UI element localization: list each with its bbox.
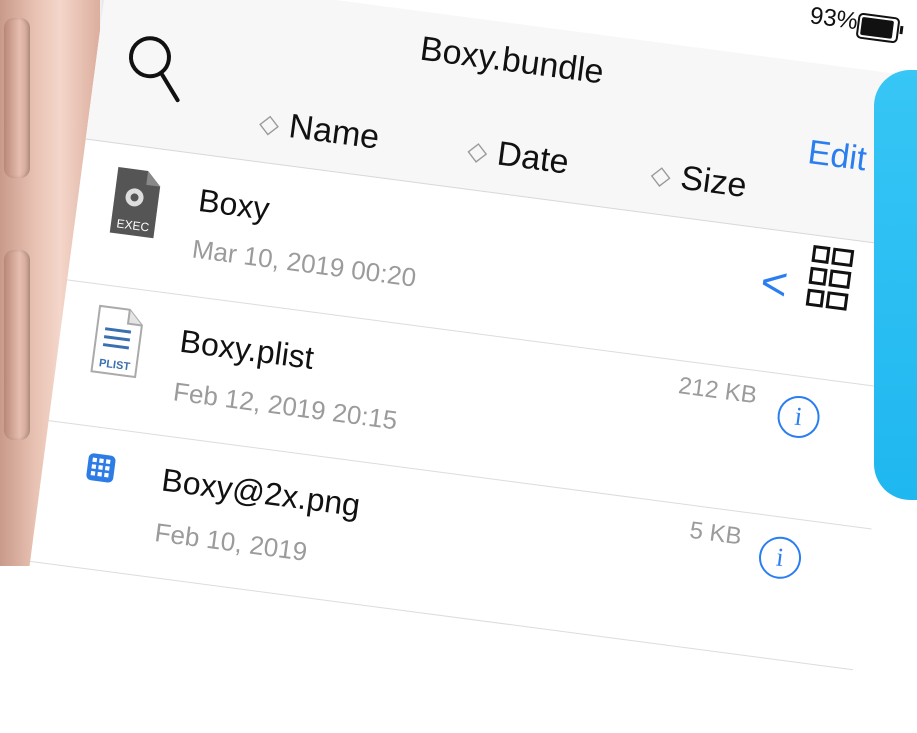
- volume-down-button: [4, 250, 30, 440]
- file-date: Mar 10, 2019 00:20: [190, 233, 418, 293]
- file-name: Boxy: [196, 181, 272, 227]
- side-panel-tab[interactable]: [874, 70, 917, 500]
- file-name: Boxy.plist: [177, 322, 317, 377]
- back-chevron-icon[interactable]: <: [757, 254, 791, 311]
- list-grid-icon[interactable]: [804, 244, 855, 319]
- volume-up-button: [4, 18, 30, 178]
- file-name: Boxy@2x.png: [159, 461, 363, 524]
- sort-by-size-button[interactable]: ◇ Size: [648, 155, 749, 206]
- exec-file-icon: EXEC: [109, 167, 161, 239]
- info-button[interactable]: i: [775, 393, 823, 441]
- search-icon[interactable]: [122, 31, 190, 104]
- sort-size-label: Size: [678, 158, 749, 206]
- edit-button[interactable]: Edit: [806, 133, 869, 179]
- info-button[interactable]: i: [756, 534, 804, 582]
- sort-chevron-icon: ◇: [257, 107, 282, 140]
- file-date: Feb 10, 2019: [153, 517, 309, 567]
- sort-name-label: Name: [286, 107, 382, 157]
- battery-icon: [855, 12, 904, 44]
- plist-file-icon: PLIST: [90, 304, 143, 379]
- page-title: Boxy.bundle: [417, 29, 606, 92]
- file-date: Feb 12, 2019 20:15: [171, 376, 400, 436]
- battery-percent: 93%: [808, 2, 860, 36]
- file-size: 5 KB: [688, 516, 744, 551]
- sort-chevron-icon: ◇: [465, 134, 490, 167]
- file-browser-screen: 93% Boxy.bundle Edit ◇ Name ◇ Date ◇ Size E…: [21, 0, 917, 733]
- sort-by-name-button[interactable]: ◇ Name: [257, 103, 382, 157]
- sort-date-label: Date: [494, 134, 572, 182]
- file-size: 212 KB: [676, 372, 759, 410]
- sort-by-date-button[interactable]: ◇ Date: [465, 131, 571, 183]
- sort-chevron-icon: ◇: [649, 158, 673, 192]
- png-file-icon: [86, 453, 116, 483]
